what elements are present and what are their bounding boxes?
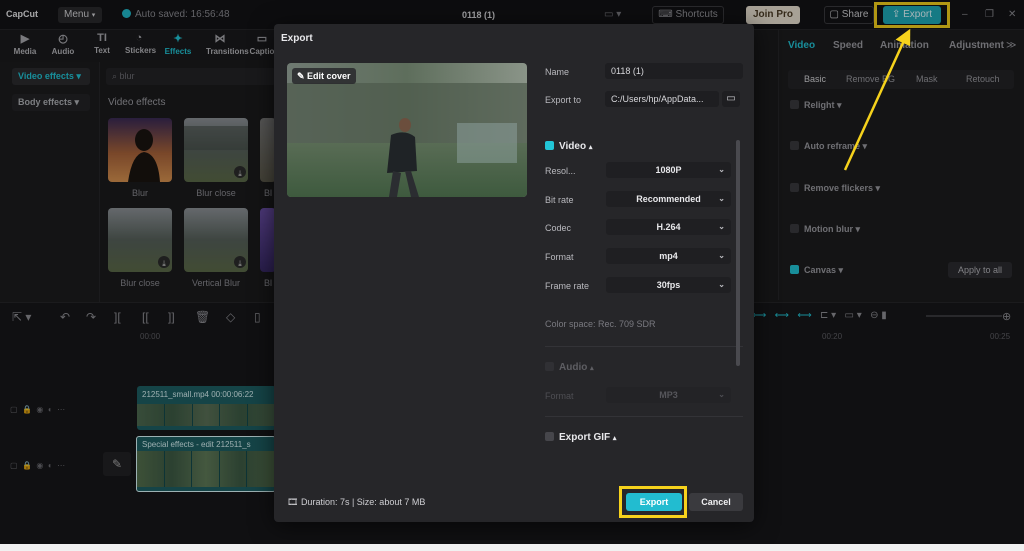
chevron-down-icon: ⌄ <box>718 165 725 174</box>
divider <box>545 346 743 347</box>
resolution-label: Resol... <box>545 166 576 176</box>
framerate-value: 30fps <box>656 280 681 290</box>
audio-format-select[interactable]: MP3 ⌄ <box>606 387 731 403</box>
edit-cover-label: Edit cover <box>307 71 351 81</box>
format-value: mp4 <box>659 251 678 261</box>
chevron-down-icon: ⌄ <box>718 222 725 231</box>
duration-text: Duration: 7s | Size: about 7 MB <box>300 497 426 507</box>
format-select[interactable]: mp4 ⌄ <box>606 248 731 264</box>
audio-section-label: Audio <box>559 362 588 373</box>
audio-format-value: MP3 <box>659 390 678 400</box>
gif-section-label: Export GIF <box>559 432 611 443</box>
export-button-highlight-box <box>619 486 687 518</box>
codec-label: Codec <box>545 223 572 233</box>
taskbar-strip <box>0 544 1024 551</box>
pencil-icon: ✎ <box>297 71 308 81</box>
framerate-select[interactable]: 30fps ⌄ <box>606 277 731 293</box>
chevron-down-icon: ⌄ <box>718 280 725 289</box>
name-input[interactable]: 0118 (1) <box>605 63 743 79</box>
framerate-label: Frame rate <box>545 281 590 291</box>
export-path-input[interactable]: C:/Users/hp/AppData... <box>605 91 719 107</box>
codec-select[interactable]: H.264 ⌄ <box>606 219 731 235</box>
format-label: Format <box>545 252 574 262</box>
video-section-toggle[interactable]: Video ▴ <box>545 141 592 152</box>
dialog-title: Export <box>281 33 313 44</box>
cancel-button[interactable]: Cancel <box>689 493 743 511</box>
gif-section-toggle[interactable]: Export GIF ▴ <box>545 432 616 443</box>
audio-format-label: Format <box>545 391 574 401</box>
video-checkbox[interactable] <box>545 141 554 150</box>
chevron-down-icon: ⌄ <box>718 251 725 260</box>
codec-value: H.264 <box>656 222 681 232</box>
bitrate-select[interactable]: Recommended ⌄ <box>606 191 731 207</box>
dialog-scrollbar[interactable] <box>736 140 740 366</box>
divider <box>545 416 743 417</box>
audio-section-toggle[interactable]: Audio ▴ <box>545 362 594 373</box>
chevron-up-icon: ▴ <box>588 144 593 151</box>
audio-checkbox[interactable] <box>545 362 554 371</box>
duration-info: 🎞 Duration: 7s | Size: about 7 MB <box>287 497 425 508</box>
color-space-text: Color space: Rec. 709 SDR <box>545 319 656 329</box>
name-label: Name <box>545 67 570 77</box>
folder-icon[interactable]: ▭ <box>722 91 740 107</box>
chevron-up-icon: ▴ <box>590 365 594 372</box>
export-to-label: Export to <box>545 95 582 105</box>
bitrate-label: Bit rate <box>545 195 574 205</box>
video-section-label: Video <box>559 141 587 152</box>
film-icon: 🎞 <box>287 497 301 507</box>
bitrate-value: Recommended <box>636 194 701 204</box>
gif-checkbox[interactable] <box>545 432 554 441</box>
chevron-down-icon: ⌄ <box>718 194 725 203</box>
resolution-select[interactable]: 1080P ⌄ <box>606 162 731 178</box>
chevron-down-icon: ⌄ <box>718 390 725 399</box>
edit-cover-button[interactable]: ✎ Edit cover <box>292 68 356 84</box>
resolution-value: 1080P <box>655 165 682 175</box>
chevron-up-icon: ▴ <box>612 435 617 442</box>
